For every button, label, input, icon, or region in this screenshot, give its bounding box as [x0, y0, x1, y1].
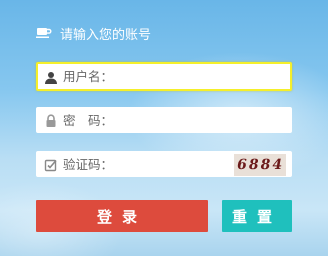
user-icon: [44, 70, 58, 84]
login-button[interactable]: 登录: [36, 200, 208, 232]
login-header: 请输入您的账号: [36, 22, 151, 44]
lock-icon: [44, 113, 58, 127]
username-input[interactable]: [63, 69, 233, 84]
captcha-image-text: 6884: [235, 157, 285, 173]
edit-check-icon: [44, 157, 58, 172]
cup-icon: [36, 26, 52, 40]
password-field[interactable]: [36, 107, 292, 133]
captcha-input[interactable]: [63, 156, 233, 172]
login-header-text: 请输入您的账号: [60, 27, 152, 43]
captcha-field[interactable]: 6884: [36, 151, 292, 177]
reset-button[interactable]: 重置: [222, 200, 292, 232]
captcha-image[interactable]: 6884: [234, 154, 286, 176]
username-field[interactable]: [36, 62, 292, 91]
password-input[interactable]: [63, 112, 233, 128]
